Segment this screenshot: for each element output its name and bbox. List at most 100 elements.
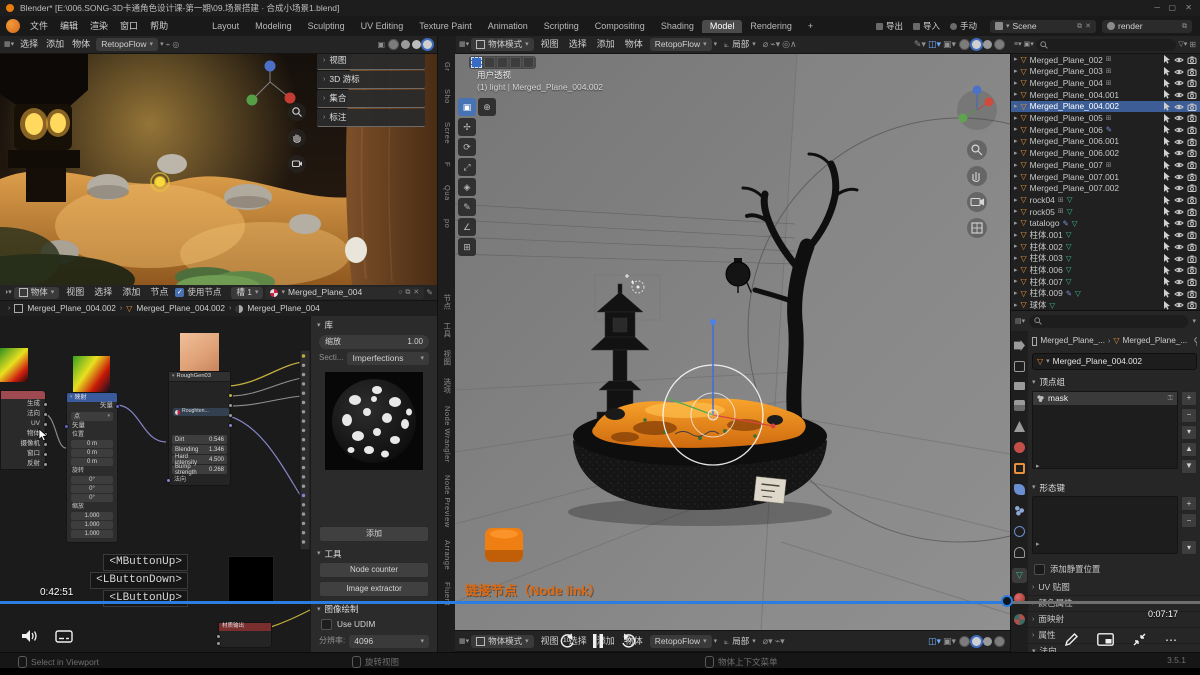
filter-funnel-icon[interactable]: ▽▾: [1178, 41, 1187, 48]
mesh-name-field[interactable]: ▽▾ Merged_Plane_004.002: [1032, 353, 1197, 370]
outliner-row[interactable]: ▸ ▽ rock04 ⊞ ✎ ▽: [1011, 194, 1200, 206]
menu-item[interactable]: 添加: [42, 40, 68, 49]
outliner-row[interactable]: ▸ ▽ Merged_Plane_007 ⊞ ✎ ▽: [1011, 159, 1200, 171]
zoom-gizmo[interactable]: [288, 103, 306, 121]
mode-selector[interactable]: 物体模式▾: [471, 635, 534, 648]
collection-dropdown[interactable]: ▾: [160, 41, 164, 48]
manual-button[interactable]: 手动: [945, 20, 982, 33]
expand-icon[interactable]: ▸: [1014, 220, 1018, 227]
selectable-icon[interactable]: [1163, 266, 1171, 275]
output-socket[interactable]: [43, 402, 48, 407]
pin-icon[interactable]: [1193, 337, 1197, 346]
tool-tab-icon[interactable]: [1014, 340, 1025, 351]
retopoflow-menu[interactable]: RetopoFlow▾: [650, 635, 712, 648]
selectable-icon[interactable]: [1163, 196, 1171, 205]
type-dropdown[interactable]: 点▾: [71, 412, 113, 421]
copy-icon[interactable]: ⧉: [405, 289, 410, 296]
shape-keys-header[interactable]: ▾形态键: [1028, 476, 1200, 497]
resolution-dropdown[interactable]: 4096▾: [349, 635, 429, 648]
hide-eye-icon[interactable]: [1174, 196, 1184, 204]
proportional-edit-icon[interactable]: ◎∧: [782, 40, 796, 49]
outliner-row[interactable]: ▸ ▽ Merged_Plane_006 ⊞ ✎ ▽: [1011, 124, 1200, 136]
imperfections-dropdown[interactable]: Imperfections▾: [347, 352, 429, 365]
texture-tab-icon[interactable]: [1014, 614, 1025, 625]
render-camera-icon[interactable]: [1187, 161, 1197, 169]
sidebar-section[interactable]: › 视图: [317, 54, 425, 70]
sidebar-tab[interactable]: po: [443, 219, 451, 228]
shape-key-specials-button[interactable]: ▾: [1181, 540, 1197, 555]
render-camera-icon[interactable]: [1187, 149, 1197, 157]
collapsed-section[interactable]: › UV 贴图: [1028, 580, 1200, 596]
expand-icon[interactable]: ▸: [1014, 138, 1018, 145]
skip-forward-button[interactable]: 30: [620, 632, 638, 650]
remove-shape-key-button[interactable]: −: [1181, 513, 1197, 528]
selectable-icon[interactable]: [1163, 67, 1171, 76]
render-tab-icon[interactable]: [1014, 361, 1025, 372]
new-collection-icon[interactable]: ⊞: [1189, 41, 1196, 49]
wireframe-shading-icon[interactable]: [959, 39, 970, 50]
expand-icon[interactable]: ▸: [1014, 267, 1018, 274]
solid-shading-icon[interactable]: [401, 40, 410, 49]
outliner-row[interactable]: ▸ ▽ 柱体.006 ⊞ ✎ ▽: [1011, 264, 1200, 276]
show-gizmo-icon[interactable]: ✎▾: [914, 40, 926, 49]
render-camera-icon[interactable]: [1187, 208, 1197, 216]
world-tab-icon[interactable]: [1014, 442, 1025, 453]
overlays-icon[interactable]: ◫▾: [928, 40, 941, 49]
output-socket[interactable]: [228, 423, 233, 428]
object-tab-icon[interactable]: [1014, 463, 1025, 474]
selectable-icon[interactable]: [1163, 254, 1171, 263]
expand-icon[interactable]: ▸: [1014, 255, 1018, 262]
overlays-icon[interactable]: ▣▾: [943, 637, 956, 646]
sidebar-tab[interactable]: Arrange: [443, 540, 451, 570]
editor-type-icon[interactable]: ▦▾: [459, 41, 469, 48]
render-camera-icon[interactable]: [1187, 173, 1197, 181]
selectable-icon[interactable]: [1163, 277, 1171, 286]
input-socket[interactable]: [166, 478, 171, 483]
mapping-node[interactable]: ▾映射 矢量 点▾ 矢量 位置 0 m 0 m 0 m: [66, 392, 118, 543]
rendered-viewport[interactable]: › 视图 › 3D 游标 › 集合 › 标注: [0, 54, 437, 285]
cursor-tool-icon[interactable]: [523, 57, 534, 68]
selectable-icon[interactable]: [1163, 172, 1171, 181]
output-socket[interactable]: [228, 403, 233, 408]
snap-magnet-icon[interactable]: ⌁▾: [770, 40, 780, 49]
menu-item[interactable]: 选择: [16, 40, 42, 49]
outliner-display-mode-icon[interactable]: ≡▾: [1014, 41, 1022, 48]
input-socket[interactable]: [216, 641, 221, 646]
hide-eye-icon[interactable]: [1174, 91, 1184, 99]
selectable-icon[interactable]: [1163, 231, 1171, 240]
expand-icon[interactable]: ▸: [1014, 185, 1018, 192]
sidebar-tab[interactable]: Node Preview: [443, 475, 451, 528]
select-tweak-tool-icon[interactable]: [484, 57, 495, 68]
outliner-row[interactable]: ▸ ▽ Merged_Plane_004.001 ⊞ ✎ ▽: [1011, 89, 1200, 101]
hide-eye-icon[interactable]: [1174, 208, 1184, 216]
selectable-icon[interactable]: [1163, 102, 1171, 111]
rendered-shading-icon[interactable]: [994, 636, 1005, 647]
snap-magnet-icon[interactable]: ⌁▾: [775, 637, 785, 646]
video-progress-handle[interactable]: [1001, 595, 1013, 607]
expand-icon[interactable]: ▸: [1014, 68, 1018, 75]
workspace-tab[interactable]: Shading: [653, 20, 702, 33]
scene-selector[interactable]: ▾ Scene⧉✕: [990, 20, 1096, 33]
maximize-button[interactable]: ▢: [1168, 4, 1176, 12]
expand-icon[interactable]: ▸: [1014, 290, 1018, 297]
subtitle-toggle-icon[interactable]: [55, 630, 73, 644]
particles-tab-icon[interactable]: [1014, 505, 1025, 516]
hide-eye-icon[interactable]: [1174, 126, 1184, 134]
node-slider[interactable]: Dirt0.546: [172, 435, 227, 444]
unlink-icon[interactable]: ✕: [413, 289, 419, 296]
physics-tab-icon[interactable]: [1014, 526, 1025, 537]
output-socket[interactable]: [43, 462, 48, 467]
slot-selector[interactable]: 槽 1▾: [231, 287, 263, 299]
workspace-tab[interactable]: Compositing: [587, 20, 653, 33]
selectable-icon[interactable]: [1163, 55, 1171, 64]
outliner-row[interactable]: ▸ ▽ Merged_Plane_004.002 ⊞ ✎ ▽: [1011, 101, 1200, 113]
breadcrumb-mesh[interactable]: Merged_Plane_...: [1123, 337, 1188, 345]
transform-orientation[interactable]: ⟀局部▾: [719, 635, 761, 648]
hide-eye-icon[interactable]: [1174, 68, 1184, 76]
sidebar-section[interactable]: › 标注: [317, 109, 425, 127]
export-button[interactable]: 导出: [871, 20, 908, 33]
hide-eye-icon[interactable]: [1174, 255, 1184, 263]
node-counter-button[interactable]: Node counter: [319, 562, 429, 578]
image-paint-panel-header[interactable]: ▾图像绘制: [311, 597, 437, 617]
select-box-tool-icon[interactable]: [471, 57, 482, 68]
